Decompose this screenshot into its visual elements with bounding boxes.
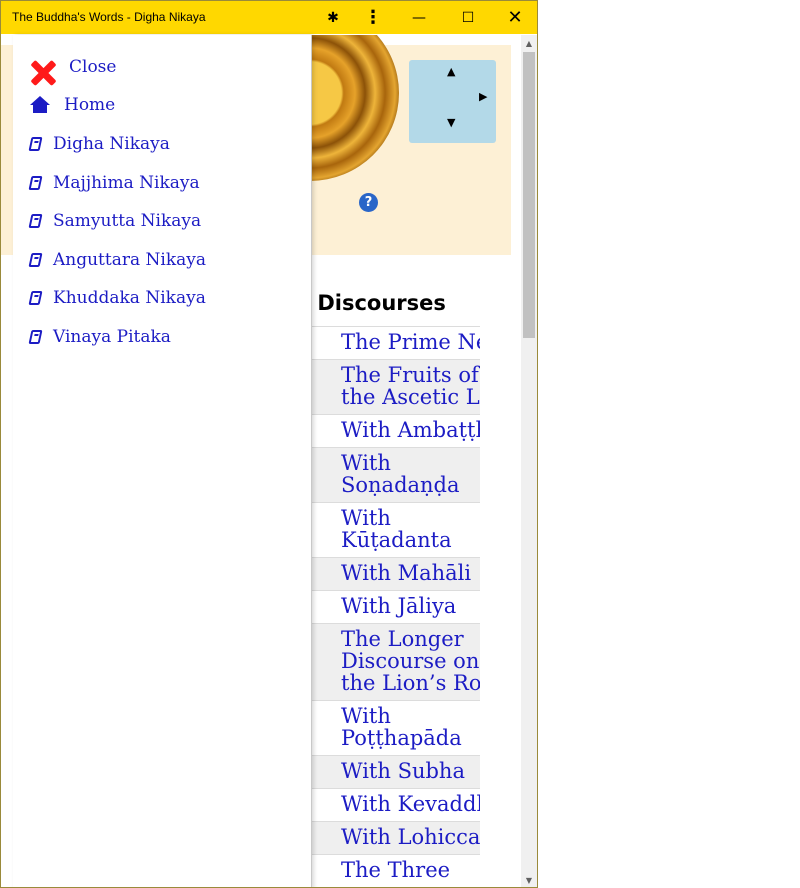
discourse-row: The Fruits of the Ascetic Li [312,359,480,414]
discourse-row: The Three [312,854,480,887]
drawer-item[interactable]: Digha Nikaya [13,127,311,161]
discourse-row: With Mahāli [312,557,480,590]
drawer-item-label: Samyutta Nikaya [53,211,202,231]
discourse-row: With Jāliya [312,590,480,623]
extensions-puzzle-icon[interactable]: ✱ [313,1,353,34]
scrollbar-thumb[interactable] [523,52,535,338]
home-icon [30,96,50,114]
discourse-link[interactable]: With Poṭṭhapāda [341,705,480,749]
discourse-row: With Ambaṭṭh [312,414,480,447]
drawer-home-label: Home [64,95,116,115]
discourse-link[interactable]: The Three [341,859,480,881]
discourse-row: With Poṭṭhapāda [312,700,480,755]
navigation-box: ▲ ▶ ▼ [409,60,496,143]
drawer-item[interactable]: Samyutta Nikaya [13,204,311,238]
discourse-row: With Soṇadaṇḍa [312,447,480,502]
window-title: The Buddha's Words - Digha Nikaya [12,10,206,24]
scroll-down-icon[interactable]: ▼ [521,876,537,885]
maximize-button[interactable]: ☐ [448,1,488,34]
close-window-button[interactable]: ✕ [495,1,535,34]
discourse-link[interactable]: With Kevaddh [341,793,480,815]
nav-right-icon[interactable]: ▶ [479,90,487,103]
discourse-link[interactable]: With Jāliya [341,595,480,617]
minimize-button[interactable]: — [399,1,439,34]
drawer-item-label: Majjhima Nikaya [53,172,200,193]
nav-down-icon[interactable]: ▼ [447,116,455,129]
drawer-item-label: Anguttara Nikaya [53,249,207,270]
drawer-item-label: Vinaya Pitaka [53,326,171,347]
drawer-item[interactable]: Anguttara Nikaya [13,243,311,277]
drawer-item[interactable]: Vinaya Pitaka [13,320,311,354]
drawer-item[interactable]: Majjhima Nikaya [13,166,311,200]
more-options-icon[interactable]: ⋮ [353,1,393,34]
page-subtitle: g Discourses [295,291,446,315]
discourse-row: The Longer Discourse on the Lion’s Roa [312,623,480,700]
book-icon [28,329,43,344]
help-icon[interactable]: ? [359,193,378,212]
browser-window: The Buddha's Words - Digha Nikaya ✱ ⋮ — … [0,0,538,888]
discourse-link[interactable]: With Mahāli [341,562,480,584]
drawer-item[interactable]: Khuddaka Nikaya [13,281,311,315]
nav-drawer: Close Home Digha Nikaya Majjhima Nikaya Sa… [13,35,312,887]
discourse-link[interactable]: The Longer Discourse on the Lion’s Roa [341,628,480,694]
vertical-scrollbar[interactable]: ▲ ▼ [521,35,537,887]
discourse-row: With Kevaddh [312,788,480,821]
drawer-close[interactable]: Close [13,50,311,84]
discourse-link[interactable]: With Subha [341,760,480,782]
discourse-row: The Prime Ne [312,326,480,359]
drawer-close-label: Close [69,57,117,77]
book-icon [28,291,43,305]
discourse-link[interactable]: With Soṇadaṇḍa [341,452,480,496]
discourse-link[interactable]: With Ambaṭṭh [341,419,480,441]
discourse-link[interactable]: The Prime Ne [341,331,480,353]
book-icon [28,137,43,151]
discourse-row: With Lohicca [312,821,480,854]
book-icon [28,214,43,228]
drawer-item-label: Digha Nikaya [53,134,170,154]
discourse-row: With Kūṭadanta [312,502,480,557]
discourse-table: The Prime Ne The Fruits of the Ascetic Li W… [312,326,480,887]
close-x-icon [29,60,57,88]
book-icon [28,252,43,267]
title-bar: The Buddha's Words - Digha Nikaya ✱ ⋮ — … [1,1,537,34]
scroll-up-icon[interactable]: ▲ [521,39,537,48]
book-icon [28,175,43,190]
nav-up-icon[interactable]: ▲ [447,65,455,78]
discourse-link[interactable]: With Lohicca [341,826,480,848]
drawer-item-label: Khuddaka Nikaya [53,288,206,308]
discourse-link[interactable]: With Kūṭadanta [341,507,480,551]
drawer-home[interactable]: Home [13,88,311,122]
discourse-row: With Subha [312,755,480,788]
discourse-link[interactable]: The Fruits of the Ascetic Li [341,364,480,408]
